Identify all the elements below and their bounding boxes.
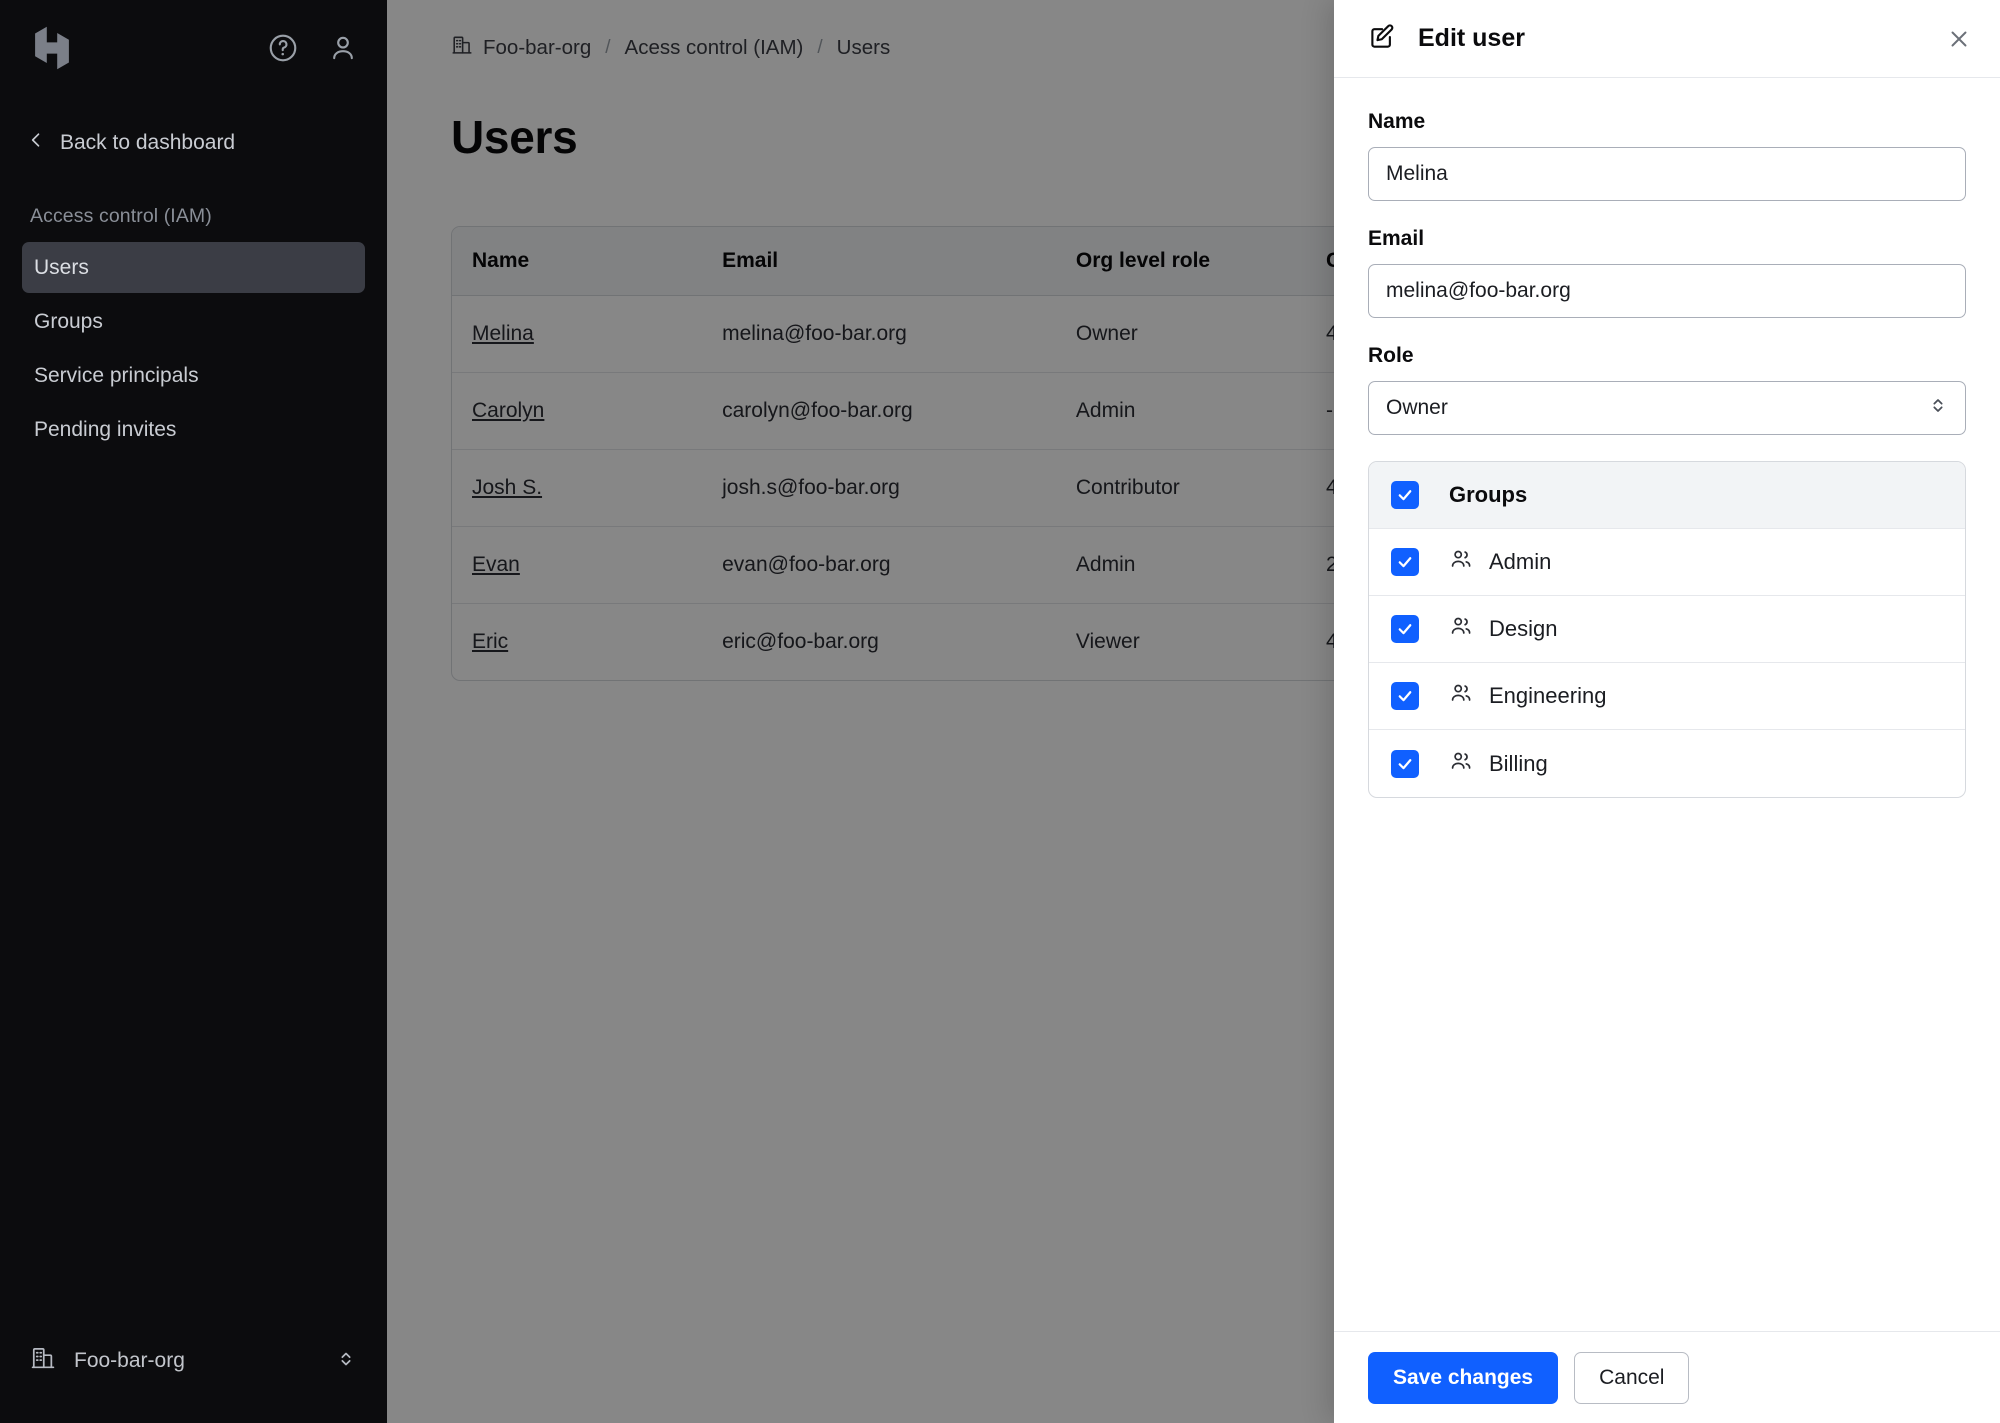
drawer-title-group: Edit user — [1368, 21, 1525, 56]
drawer-body: Name Email Role Owner — [1334, 78, 2000, 1331]
cancel-button[interactable]: Cancel — [1574, 1352, 1689, 1404]
group-checkbox[interactable] — [1391, 615, 1419, 643]
name-label: Name — [1368, 110, 1966, 134]
group-label: Design — [1489, 616, 1557, 642]
role-field-group: Role Owner — [1368, 344, 1966, 435]
sidebar-section-label: Access control (IAM) — [0, 205, 387, 228]
pencil-square-icon — [1368, 21, 1398, 56]
group-label: Engineering — [1489, 683, 1606, 709]
group-row-admin[interactable]: Admin — [1369, 529, 1965, 596]
drawer-title: Edit user — [1418, 24, 1525, 53]
hashicorp-logo[interactable] — [26, 20, 82, 76]
group-checkbox[interactable] — [1391, 750, 1419, 778]
name-input[interactable] — [1368, 147, 1966, 201]
users-group-icon — [1449, 547, 1473, 577]
users-group-icon — [1449, 614, 1473, 644]
group-row-design[interactable]: Design — [1369, 596, 1965, 663]
sidebar-item-users[interactable]: Users — [22, 242, 365, 293]
users-group-icon — [1449, 749, 1473, 779]
back-to-dashboard-button[interactable]: Back to dashboard — [0, 117, 387, 169]
sidebar: Back to dashboard Access control (IAM) U… — [0, 0, 387, 1423]
building-icon — [30, 1345, 56, 1377]
sidebar-nav: Users Groups Service principals Pending … — [0, 242, 387, 455]
chevron-up-down-icon — [335, 1348, 357, 1375]
group-row-engineering[interactable]: Engineering — [1369, 663, 1965, 730]
back-to-dashboard-label: Back to dashboard — [60, 131, 235, 155]
name-field-group: Name — [1368, 110, 1966, 201]
sidebar-item-groups[interactable]: Groups — [22, 296, 365, 347]
org-switcher-content: Foo-bar-org — [30, 1345, 185, 1377]
groups-list: Groups Admin — [1368, 461, 1966, 798]
org-switcher[interactable]: Foo-bar-org — [0, 1315, 387, 1423]
close-icon[interactable] — [1946, 26, 1972, 52]
chevron-left-icon — [26, 130, 46, 156]
group-row-billing[interactable]: Billing — [1369, 730, 1965, 797]
group-checkbox[interactable] — [1391, 548, 1419, 576]
sidebar-item-label: Service principals — [34, 364, 199, 388]
group-label-wrap: Engineering — [1449, 681, 1606, 711]
help-circle-icon[interactable] — [267, 32, 299, 64]
app-root: Back to dashboard Access control (IAM) U… — [0, 0, 2000, 1423]
group-checkbox[interactable] — [1391, 682, 1419, 710]
users-group-icon — [1449, 681, 1473, 711]
edit-user-drawer: Edit user Name Email Role Owner — [1334, 0, 2000, 1423]
modal-scrim[interactable] — [387, 0, 1334, 1423]
sidebar-header-actions — [267, 32, 359, 64]
email-field-group: Email — [1368, 227, 1966, 318]
drawer-footer: Save changes Cancel — [1334, 1331, 2000, 1423]
sidebar-item-pending-invites[interactable]: Pending invites — [22, 404, 365, 455]
drawer-header: Edit user — [1334, 0, 2000, 78]
group-label-wrap: Design — [1449, 614, 1557, 644]
groups-header-label: Groups — [1449, 482, 1527, 508]
role-select-value: Owner — [1386, 396, 1448, 420]
group-label: Admin — [1489, 549, 1551, 575]
role-select-wrap: Owner — [1368, 381, 1966, 435]
save-changes-button[interactable]: Save changes — [1368, 1352, 1558, 1404]
group-label-wrap: Admin — [1449, 547, 1551, 577]
groups-select-all-checkbox[interactable] — [1391, 481, 1419, 509]
sidebar-item-label: Pending invites — [34, 418, 176, 442]
org-switcher-label: Foo-bar-org — [74, 1349, 185, 1373]
role-select[interactable]: Owner — [1368, 381, 1966, 435]
group-label-wrap: Billing — [1449, 749, 1548, 779]
sidebar-item-label: Groups — [34, 310, 103, 334]
sidebar-header — [0, 0, 387, 95]
sidebar-item-label: Users — [34, 256, 89, 280]
groups-select-all-row[interactable]: Groups — [1369, 462, 1965, 529]
user-icon[interactable] — [327, 32, 359, 64]
sidebar-item-service-principals[interactable]: Service principals — [22, 350, 365, 401]
email-label: Email — [1368, 227, 1966, 251]
group-label: Billing — [1489, 751, 1548, 777]
email-input[interactable] — [1368, 264, 1966, 318]
role-label: Role — [1368, 344, 1966, 368]
